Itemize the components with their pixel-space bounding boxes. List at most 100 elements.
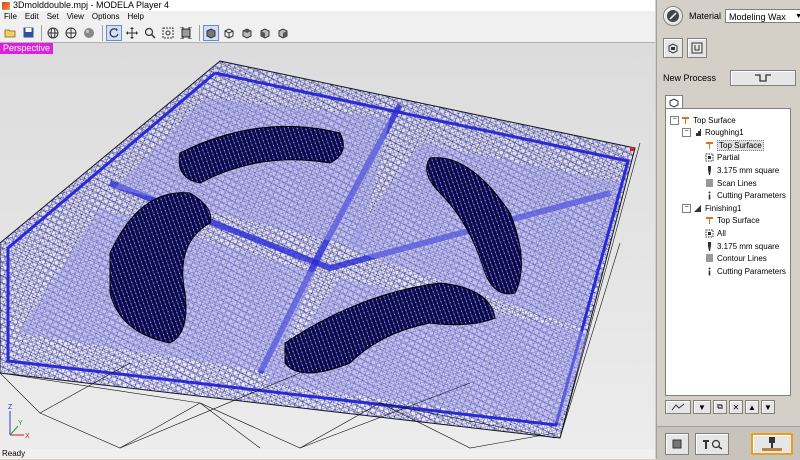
tool-icon — [705, 216, 714, 225]
tree-item[interactable]: Top Surface — [694, 215, 760, 227]
menu-help[interactable]: Help — [123, 11, 147, 23]
area-icon — [705, 229, 714, 238]
tree-item[interactable]: − Finishing1 — [682, 202, 741, 214]
tree-item[interactable]: Cutting Parameters — [694, 265, 786, 277]
move-icon[interactable] — [124, 25, 140, 41]
process-tree-tab[interactable] — [665, 95, 683, 109]
toolbar — [0, 23, 655, 43]
material-icon[interactable] — [663, 6, 683, 26]
info-icon — [705, 191, 714, 200]
process-tree: − Top Surface − Roughing1 Top Surface Partial… — [665, 108, 791, 396]
tree-item[interactable]: Partial — [694, 152, 740, 164]
add-process-button[interactable] — [665, 400, 691, 414]
footer-bar — [657, 426, 800, 460]
svg-text:X: X — [25, 433, 30, 440]
tool-icon — [705, 141, 714, 150]
tool-icon — [681, 116, 690, 125]
tree-item-label: All — [717, 228, 726, 238]
tree-item-label: Scan Lines — [717, 178, 757, 188]
arrow-down-icon: ▼ — [764, 402, 772, 412]
toolbar-separator — [41, 24, 42, 41]
tree-item[interactable]: All — [694, 227, 726, 239]
tree-item[interactable]: Contour Lines — [694, 253, 767, 265]
wire-view-icon[interactable] — [221, 25, 237, 41]
menu-view[interactable]: View — [63, 11, 88, 23]
delete-button[interactable]: ✕ — [729, 400, 743, 414]
tree-item[interactable]: Scan Lines — [694, 177, 757, 189]
tree-item-label: Cutting Parameters — [717, 191, 786, 201]
svg-text:Y: Y — [18, 420, 23, 427]
tree-item[interactable]: Top Surface — [694, 139, 764, 151]
side-view-icon[interactable] — [275, 25, 291, 41]
3d-viewport[interactable]: Z X Y Perspective — [0, 43, 655, 449]
new-process-row: New Process — [663, 70, 797, 86]
front-view-icon[interactable] — [257, 25, 273, 41]
tree-item[interactable]: 3.175 mm square — [694, 164, 779, 176]
material-row: Material Modeling Wax ▼ — [663, 6, 800, 26]
menu-set[interactable]: Set — [43, 11, 63, 23]
menu-edit[interactable]: Edit — [21, 11, 43, 23]
tree-item-label: Finishing1 — [705, 203, 742, 213]
zoom-icon[interactable] — [142, 25, 158, 41]
tree-item[interactable]: 3.175 mm square — [694, 240, 779, 252]
origin-marker — [630, 147, 634, 151]
axis-indicator: Z X Y — [8, 404, 30, 440]
fit-icon[interactable] — [178, 25, 194, 41]
info-icon — [705, 267, 714, 276]
tree-item-label: Contour Lines — [717, 254, 767, 264]
arrow-up-icon: ▲ — [748, 402, 756, 412]
globe-wire-icon[interactable] — [63, 25, 79, 41]
tree-item[interactable]: − Roughing1 — [682, 127, 744, 139]
copy-icon: ⧉ — [717, 402, 723, 411]
rotate-icon[interactable] — [106, 24, 122, 41]
zoom-window-icon[interactable] — [160, 25, 176, 41]
copy-button[interactable]: ⧉ — [713, 400, 727, 414]
collapse-icon[interactable]: − — [682, 203, 691, 213]
menu-bar: File Edit Set View Options Help — [0, 11, 655, 23]
filter-dropdown-button[interactable]: ▼ — [693, 400, 711, 414]
material-label: Material — [689, 11, 722, 21]
view-buttons — [663, 38, 711, 58]
svg-text:Z: Z — [8, 404, 13, 411]
tree-item-label: Cutting Parameters — [717, 266, 786, 276]
tree-item[interactable]: − Top Surface — [670, 114, 736, 126]
save-icon[interactable] — [20, 25, 36, 41]
simulation-button[interactable] — [665, 433, 689, 455]
sphere-icon[interactable] — [81, 25, 97, 41]
tree-item-label: Top Surface — [717, 216, 760, 226]
toolbar-separator — [199, 24, 200, 41]
solid-view-icon[interactable] — [203, 24, 219, 41]
tree-item-label: 3.175 mm square — [717, 165, 780, 175]
move-up-button[interactable]: ▲ — [745, 400, 759, 414]
tree-item[interactable]: Cutting Parameters — [694, 190, 786, 202]
material-value: Modeling Wax — [729, 12, 786, 22]
material-select[interactable]: Modeling Wax ▼ — [725, 9, 800, 23]
lines-icon — [705, 179, 714, 188]
menu-options[interactable]: Options — [88, 11, 124, 23]
process-panel: Material Modeling Wax ▼ New Process − Top… — [656, 0, 800, 460]
menu-file[interactable]: File — [0, 11, 21, 23]
tree-item-label: Roughing1 — [705, 128, 744, 138]
cut-button[interactable] — [751, 433, 793, 455]
material-size-button[interactable] — [687, 38, 707, 58]
globe-icon[interactable] — [45, 25, 61, 41]
new-process-button[interactable] — [730, 70, 797, 86]
bit-icon — [705, 165, 714, 175]
top-view-icon[interactable] — [239, 25, 255, 41]
preview-button[interactable] — [695, 433, 729, 455]
open-icon[interactable] — [2, 25, 18, 41]
finishing-icon — [693, 204, 702, 213]
new-process-label: New Process — [663, 73, 717, 83]
chevron-down-icon: ▼ — [795, 13, 800, 20]
collapse-icon[interactable]: − — [670, 115, 679, 125]
tree-item-label: Top Surface — [717, 139, 764, 151]
title-bar: 3Dmolddouble.mpj - MODELA Player 4 — [0, 0, 655, 11]
move-down-button[interactable]: ▼ — [761, 400, 775, 414]
model-view-button[interactable] — [663, 38, 683, 58]
collapse-icon[interactable]: − — [682, 128, 691, 138]
mesh-wireframe: Z X Y — [0, 60, 641, 449]
window-title: 3Dmolddouble.mpj - MODELA Player 4 — [13, 0, 170, 10]
tree-item-label: 3.175 mm square — [717, 241, 780, 251]
tree-item-label: Top Surface — [693, 115, 736, 125]
bit-icon — [705, 241, 714, 251]
